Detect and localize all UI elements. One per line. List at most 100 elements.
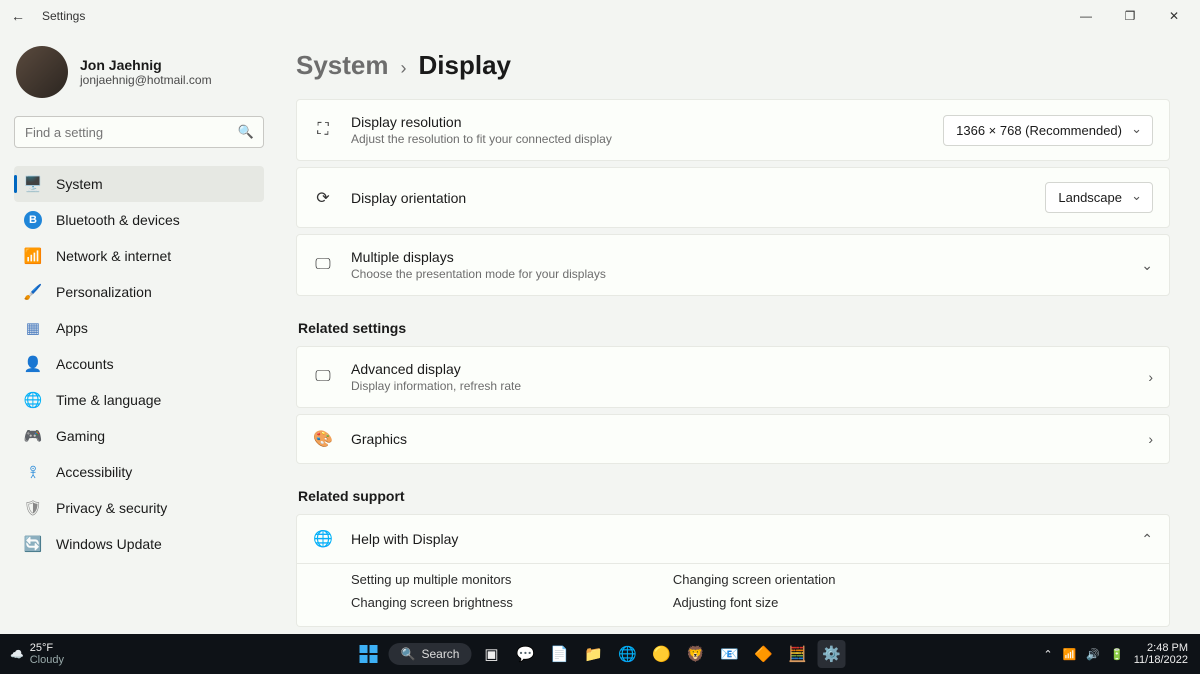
sidebar-item-label: Apps <box>56 320 88 336</box>
weather-temp: 25°F <box>30 642 64 654</box>
orientation-icon: ⟳ <box>313 188 333 208</box>
sidebar-item-label: Bluetooth & devices <box>56 212 180 228</box>
sidebar-item-label: Network & internet <box>56 248 171 264</box>
sidebar-item-bluetooth[interactable]: B Bluetooth & devices <box>14 202 264 238</box>
chevron-right-icon: › <box>1148 369 1153 385</box>
office-icon[interactable]: 📄 <box>545 640 573 668</box>
help-links: Setting up multiple monitors Changing sc… <box>296 564 1170 627</box>
sidebar-item-label: Gaming <box>56 428 105 444</box>
titlebar: ← Settings — ❐ ✕ <box>0 0 1200 32</box>
resolution-dropdown[interactable]: 1366 × 768 (Recommended) <box>943 115 1153 146</box>
battery-icon[interactable]: 🔋 <box>1110 648 1124 661</box>
start-button[interactable] <box>355 640 383 668</box>
sidebar-item-accounts[interactable]: 👤 Accounts <box>14 346 264 382</box>
explorer-icon[interactable]: 📁 <box>579 640 607 668</box>
sidebar-item-update[interactable]: 🔄Windows Update <box>14 526 264 562</box>
tray-chevron-icon[interactable]: ⌃ <box>1043 648 1052 661</box>
setting-desc: Choose the presentation mode for your di… <box>351 267 1123 281</box>
taskbar-clock[interactable]: 2:48 PM 11/18/2022 <box>1134 642 1188 666</box>
user-name: Jon Jaehnig <box>80 57 212 73</box>
bluetooth-icon: B <box>24 211 42 229</box>
help-link[interactable]: Changing screen brightness <box>351 591 513 614</box>
search-input[interactable] <box>14 116 264 148</box>
sidebar-item-system[interactable]: 🖥️ System <box>14 166 264 202</box>
monitor-icon: 🖵 <box>313 368 333 386</box>
user-email: jonjaehnig@hotmail.com <box>80 73 212 87</box>
volume-icon[interactable]: 🔊 <box>1086 648 1100 661</box>
setting-title: Multiple displays <box>351 249 1123 265</box>
chevron-right-icon: › <box>401 58 407 79</box>
maximize-button[interactable]: ❐ <box>1108 2 1152 30</box>
graphics-icon: 🎨 <box>313 429 333 449</box>
sidebar-item-label: Privacy & security <box>56 500 167 516</box>
help-icon: 🌐 <box>313 529 333 549</box>
app-icon[interactable]: 🔶 <box>749 640 777 668</box>
related-settings-heading: Related settings <box>298 320 1170 336</box>
help-link[interactable]: Adjusting font size <box>673 591 836 614</box>
setting-advanced-display[interactable]: 🖵 Advanced display Display information, … <box>296 346 1170 408</box>
setting-display-resolution[interactable]: ⛶ Display resolution Adjust the resoluti… <box>296 99 1170 161</box>
user-block[interactable]: Jon Jaehnig jonjaehnig@hotmail.com <box>14 46 264 98</box>
sidebar-item-time[interactable]: 🌐 Time & language <box>14 382 264 418</box>
update-icon: 🔄 <box>24 535 42 553</box>
setting-desc: Display information, refresh rate <box>351 379 1130 393</box>
setting-title: Display resolution <box>351 114 925 130</box>
help-link[interactable]: Changing screen orientation <box>673 568 836 591</box>
minimize-button[interactable]: — <box>1064 2 1108 30</box>
breadcrumb: System › Display <box>296 50 1170 81</box>
multi-display-icon: 🖵 <box>313 256 333 274</box>
sidebar-item-network[interactable]: 📶 Network & internet <box>14 238 264 274</box>
sidebar-item-gaming[interactable]: 🎮 Gaming <box>14 418 264 454</box>
breadcrumb-parent[interactable]: System <box>296 50 389 81</box>
sidebar-item-label: System <box>56 176 103 192</box>
settings-icon[interactable]: ⚙️ <box>817 640 845 668</box>
calculator-icon[interactable]: 🧮 <box>783 640 811 668</box>
globe-icon: 🌐 <box>24 391 42 409</box>
edge-icon[interactable]: 🌐 <box>613 640 641 668</box>
taskbar-weather[interactable]: ☁️ 25°F Cloudy <box>0 642 74 666</box>
apps-icon: ▦ <box>24 319 42 337</box>
setting-title: Help with Display <box>351 531 1123 547</box>
nav-list: 🖥️ System B Bluetooth & devices 📶 Network &… <box>14 166 264 562</box>
setting-title: Display orientation <box>351 190 1027 206</box>
resolution-icon: ⛶ <box>313 121 333 139</box>
sidebar-item-label: Time & language <box>56 392 161 408</box>
shield-icon: 🛡 <box>24 499 42 517</box>
brush-icon: 🖌️ <box>24 283 42 301</box>
setting-multiple-displays[interactable]: 🖵 Multiple displays Choose the presentat… <box>296 234 1170 296</box>
sidebar-item-label: Accounts <box>56 356 114 372</box>
display-icon: 🖥️ <box>24 175 42 193</box>
close-button[interactable]: ✕ <box>1152 2 1196 30</box>
accessibility-icon: 𖨆 <box>24 462 42 482</box>
sidebar-item-personalization[interactable]: 🖌️ Personalization <box>14 274 264 310</box>
sidebar-item-label: Personalization <box>56 284 152 300</box>
setting-display-orientation[interactable]: ⟳ Display orientation Landscape <box>296 167 1170 228</box>
gamepad-icon: 🎮 <box>24 427 42 445</box>
avatar <box>16 46 68 98</box>
wifi-icon[interactable]: 📶 <box>1063 648 1077 661</box>
taskbar[interactable]: ☁️ 25°F Cloudy 🔍Search ▣ 💬 📄 📁 🌐 🟡 🦁 📧 🔶… <box>0 634 1200 674</box>
teams-icon[interactable]: 💬 <box>511 640 539 668</box>
search-icon: 🔍 <box>238 124 254 140</box>
taskbar-search[interactable]: 🔍Search <box>389 643 472 665</box>
help-link[interactable]: Setting up multiple monitors <box>351 568 513 591</box>
chrome-icon[interactable]: 🟡 <box>647 640 675 668</box>
sidebar-item-accessibility[interactable]: 𖨆Accessibility <box>14 454 264 490</box>
setting-title: Advanced display <box>351 361 1130 377</box>
task-view-icon[interactable]: ▣ <box>477 640 505 668</box>
wifi-icon: 📶 <box>24 247 42 265</box>
orientation-dropdown[interactable]: Landscape <box>1045 182 1153 213</box>
brave-icon[interactable]: 🦁 <box>681 640 709 668</box>
sidebar-item-privacy[interactable]: 🛡 Privacy & security <box>14 490 264 526</box>
person-icon: 👤 <box>24 355 42 373</box>
setting-graphics[interactable]: 🎨 Graphics › <box>296 414 1170 464</box>
mail-icon[interactable]: 📧 <box>715 640 743 668</box>
sidebar-item-apps[interactable]: ▦ Apps <box>14 310 264 346</box>
search-icon: 🔍 <box>401 647 416 661</box>
page-title: Display <box>419 50 512 81</box>
chevron-right-icon: › <box>1148 431 1153 447</box>
back-button[interactable]: ← <box>4 2 32 30</box>
help-with-display[interactable]: 🌐 Help with Display ⌃ <box>296 514 1170 564</box>
setting-desc: Adjust the resolution to fit your connec… <box>351 132 925 146</box>
weather-icon: ☁️ <box>10 648 24 661</box>
